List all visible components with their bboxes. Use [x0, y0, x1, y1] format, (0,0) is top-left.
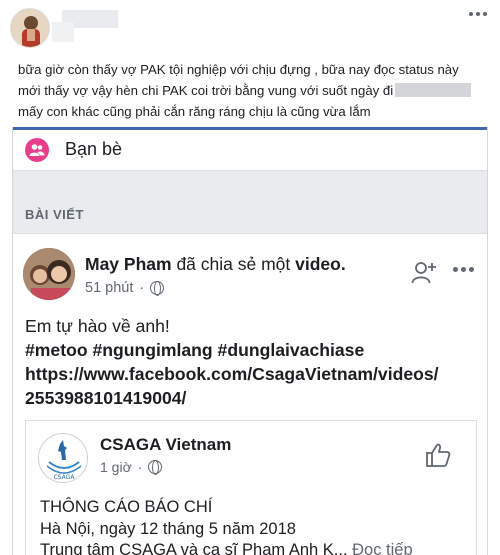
more-options-button[interactable]: [466, 6, 490, 22]
inner-post-card: May Pham đã chia sẻ một video. 51 phút ·…: [13, 233, 487, 555]
page-name[interactable]: CSAGA Vietnam: [100, 435, 231, 455]
friends-icon: [25, 138, 49, 162]
logo-text: CSAGA: [54, 474, 76, 481]
more-options-button[interactable]: [453, 264, 477, 274]
post-time[interactable]: 51 phút: [85, 280, 133, 296]
friends-label: Bạn bè: [65, 139, 123, 159]
status-line: bữa giờ còn thấy vợ PAK tội nghiệp với c…: [18, 62, 459, 77]
hashtags[interactable]: #metoo #ngungimlang #dunglaivachiase: [25, 338, 481, 362]
post-body: Em tự hào về anh! #metoo #ngungimlang #d…: [25, 314, 481, 410]
poster-meta-redacted: [52, 22, 74, 42]
video-link[interactable]: https://www.facebook.com/CsagaVietnam/vi…: [25, 362, 481, 386]
video-link-cont[interactable]: 2553988101419004/: [25, 386, 481, 410]
shared-post-card[interactable]: CSAGA CSAGA Vietnam 1 giờ · THÔNG CÁO BÁ…: [25, 420, 477, 555]
avatar[interactable]: [10, 8, 50, 48]
section-label: BÀI VIẾT: [25, 207, 84, 222]
embedded-screenshot: Bạn bè BÀI VIẾT May Pham đã chia sẻ một …: [12, 127, 488, 555]
press-release-title: THÔNG CÁO BÁO CHÍ: [40, 498, 213, 516]
press-release-date: Hà Nội, ngày 12 tháng 5 năm 2018: [40, 519, 296, 538]
shared-object[interactable]: video.: [295, 254, 346, 274]
shared-post-time[interactable]: 1 giờ: [100, 459, 132, 475]
read-more-link[interactable]: Đọc tiếp: [352, 541, 413, 555]
status-text: bữa giờ còn thấy vợ PAK tội nghiệp với c…: [18, 59, 488, 122]
like-icon[interactable]: [424, 441, 452, 469]
post-meta: 51 phút ·: [85, 280, 165, 296]
post-body-text: Em tự hào về anh!: [25, 316, 170, 336]
status-line: mới thấy vợ vậy hèn chi PAK coi trời bằn…: [18, 80, 488, 101]
press-release-excerpt: Trung tâm CSAGA và ca sĩ Phạm Anh K... Đ…: [40, 540, 470, 555]
shared-post-text: THÔNG CÁO BÁO CHÍ Hà Nội, ngày 12 tháng …: [40, 497, 470, 555]
shared-post-meta: 1 giờ ·: [100, 459, 163, 475]
page-logo[interactable]: CSAGA: [38, 433, 88, 483]
outer-post: bữa giờ còn thấy vợ PAK tội nghiệp với c…: [0, 0, 500, 555]
separator: ·: [137, 459, 143, 475]
separator: ·: [139, 280, 145, 296]
globe-icon: [148, 460, 163, 475]
author-action: đã chia sẻ một: [176, 254, 291, 274]
author-name[interactable]: May Pham: [85, 254, 172, 274]
add-friend-icon[interactable]: [411, 260, 437, 286]
avatar[interactable]: [23, 248, 75, 300]
post-author-line: May Pham đã chia sẻ một video.: [85, 254, 346, 275]
status-line: mấy con khác cũng phải cắn răng ráng chị…: [18, 104, 371, 119]
friends-bar[interactable]: Bạn bè: [13, 127, 487, 171]
redacted-name: [395, 83, 472, 97]
globe-icon: [150, 281, 165, 296]
